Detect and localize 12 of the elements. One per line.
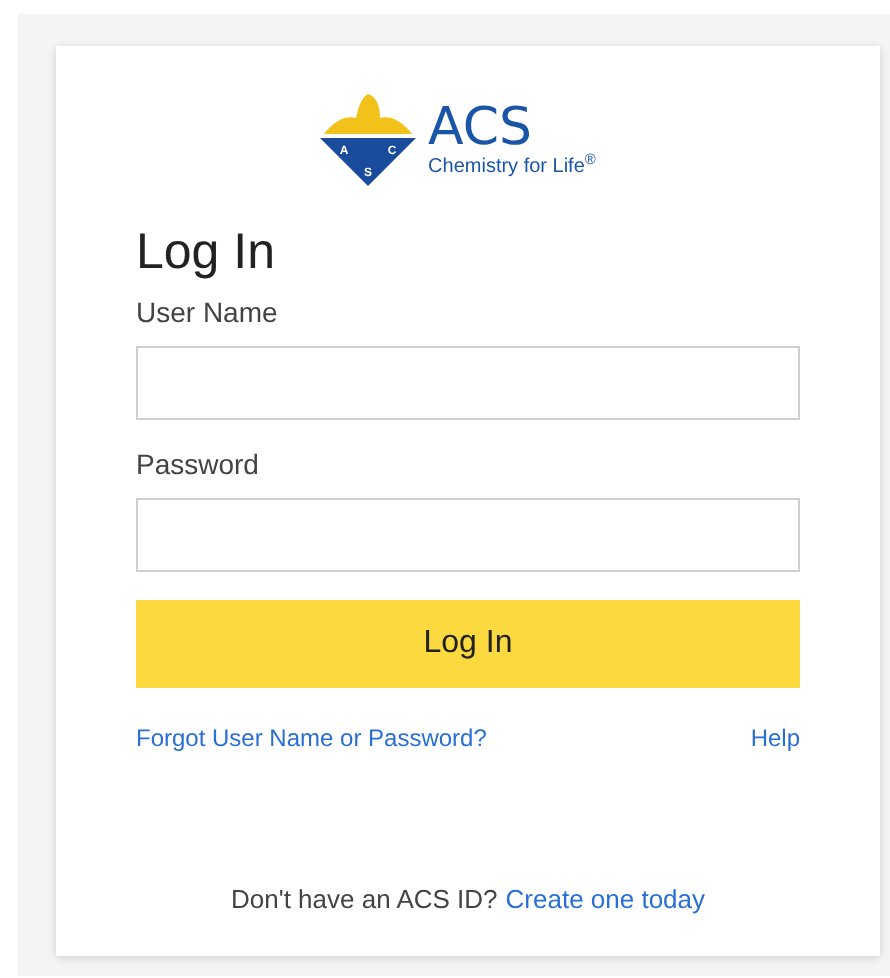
- input-field[interactable]: [136, 498, 800, 573]
- help-link[interactable]: Help: [750, 720, 800, 757]
- field-label: User Name: [136, 294, 278, 333]
- login-button[interactable]: Log In: [136, 600, 800, 689]
- logo-name: ACS: [428, 102, 533, 154]
- forgot-credentials-link[interactable]: Forgot User Name or Password?: [136, 720, 487, 757]
- input-field[interactable]: [136, 346, 800, 421]
- logo-tagline: Chemistry for Life$^{®}$: [428, 158, 596, 178]
- signup-prompt: Don't have an ACS ID?: [230, 882, 498, 919]
- page-title: Log In: [136, 222, 276, 284]
- field-label: Password: [136, 446, 259, 485]
- create-account-link[interactable]: Create one today: [505, 880, 706, 920]
